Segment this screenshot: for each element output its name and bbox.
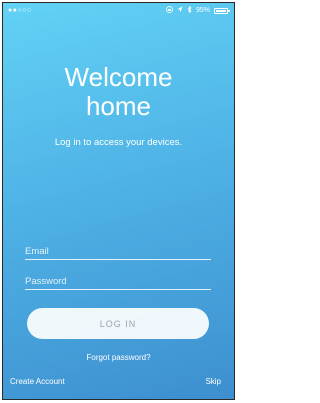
skip-link[interactable]: Skip — [205, 377, 221, 386]
page-title: Welcome home — [3, 63, 234, 121]
battery-level — [216, 9, 226, 12]
battery-percent: 95% — [195, 7, 210, 14]
battery-icon — [214, 7, 230, 14]
subtitle: Log in to access your devices. — [54, 137, 183, 148]
email-field[interactable] — [25, 246, 211, 257]
password-field[interactable] — [25, 276, 211, 287]
title-line-1: Welcome — [64, 62, 173, 92]
screen-lock-icon — [166, 6, 173, 15]
bluetooth-icon — [187, 5, 192, 15]
status-icons: 95% — [166, 5, 230, 15]
forgot-password-link[interactable]: Forgot password? — [3, 353, 234, 362]
status-bar: ●●○○○ 95% — [3, 5, 234, 18]
login-screen: ●●○○○ 95% Welcome home Log in to access … — [2, 2, 235, 400]
password-field-container — [25, 271, 211, 290]
create-account-link[interactable]: Create Account — [10, 377, 65, 386]
signal-strength-indicator: ●●○○○ — [8, 7, 32, 14]
login-button[interactable]: LOG IN — [27, 308, 209, 339]
location-arrow-icon — [177, 6, 183, 15]
title-line-2: home — [85, 91, 152, 121]
email-field-container — [25, 241, 211, 260]
